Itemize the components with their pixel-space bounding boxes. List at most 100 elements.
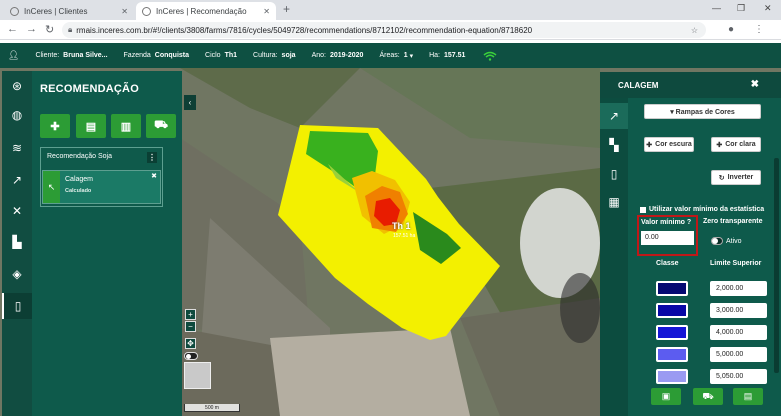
user-icon[interactable]: 👤︎	[8, 50, 19, 61]
class-limit-input[interactable]: 3,000.00	[710, 303, 767, 318]
class-color-swatch[interactable]	[656, 281, 688, 296]
close-panel-icon[interactable]: ✖	[751, 79, 759, 90]
globe-icon	[142, 6, 151, 16]
layers-icon: ◈	[12, 267, 22, 281]
sidebar-item-layers[interactable]: ◈	[2, 261, 32, 287]
sidebar-item-fields[interactable]: ≋	[2, 135, 32, 161]
add-button[interactable]: ✚	[40, 114, 70, 138]
min-value-input[interactable]: 0.00	[641, 231, 694, 245]
min-value-label: Valor mínimo ?	[641, 219, 692, 226]
new-tab-button[interactable]: +	[283, 2, 290, 16]
class-color-swatch[interactable]	[656, 325, 688, 340]
globe-icon: ◍	[11, 108, 23, 122]
sidebar-item-home[interactable]: ⊛	[2, 73, 32, 99]
report-button[interactable]: ▤	[76, 114, 106, 138]
limit-header: Limite Superior	[710, 260, 762, 267]
card-title: Recomendação Soja	[47, 153, 112, 160]
tab-chart[interactable]: ↗	[600, 103, 628, 129]
reload-icon[interactable]: ↻	[45, 23, 54, 36]
chevron-down-icon: ▾	[409, 52, 414, 60]
light-color-button[interactable]: ✚ Cor clara	[711, 137, 761, 152]
account-icon[interactable]: ●	[728, 24, 734, 35]
cultura-field[interactable]: Cultura: soja	[253, 52, 296, 59]
collapse-panel-button[interactable]: ‹	[184, 95, 196, 110]
use-min-stat-checkbox[interactable]: Utilizar valor mínimo da estatística	[640, 206, 764, 213]
class-limit-input[interactable]: 2,000.00	[710, 281, 767, 296]
file-icon: ▤	[85, 120, 97, 133]
calculator-icon: ▦	[608, 195, 620, 209]
scrollbar[interactable]	[774, 158, 779, 373]
toggle-switch	[711, 237, 723, 245]
move-icon: ✥	[187, 339, 194, 348]
sidebar-item-recommendation[interactable]: ▯	[2, 293, 32, 319]
maximize-button[interactable]: ❐	[737, 3, 745, 14]
invert-button[interactable]: ↻ Inverter	[711, 170, 761, 185]
class-color-swatch[interactable]	[656, 347, 688, 362]
pan-button[interactable]: ✥	[185, 338, 196, 349]
wifi-icon[interactable]	[483, 51, 497, 61]
library-button[interactable]: ▥	[111, 114, 141, 138]
tab-title: InCeres | Clientes	[24, 6, 88, 16]
truck-icon: ⛟	[154, 119, 168, 131]
lock-icon: 🔒︎	[68, 25, 73, 34]
minimize-button[interactable]: —	[712, 3, 721, 13]
help-icon[interactable]: ?	[687, 219, 691, 226]
zoom-in-button[interactable]: +	[185, 309, 196, 320]
document-icon: ▯	[14, 299, 22, 313]
more-menu-icon[interactable]: ⋮	[754, 24, 764, 35]
browser-tab-recomendacao[interactable]: InCeres | Recomendação ✕	[136, 2, 276, 20]
save-button[interactable]: ▤	[733, 388, 763, 405]
tractor-icon: ≋	[11, 141, 23, 155]
color-ramps-button[interactable]: ▾ Rampas de Cores	[644, 104, 761, 119]
ciclo-field[interactable]: Ciclo Th1	[205, 52, 237, 59]
back-icon[interactable]: ←	[7, 23, 18, 35]
truck-button[interactable]: ⛟	[146, 114, 176, 138]
ativo-toggle[interactable]: Ativo	[711, 237, 742, 245]
recommendation-item[interactable]: ↖ Calagem Calculado ✖	[42, 170, 161, 204]
zoom-out-button[interactable]: −	[185, 321, 196, 332]
close-window-button[interactable]: ✕	[764, 3, 772, 14]
panel-title: RECOMENDAÇÃO	[40, 83, 139, 95]
star-icon[interactable]: ☆	[691, 26, 698, 35]
layer-toggle[interactable]	[184, 352, 198, 360]
class-color-swatch[interactable]	[656, 369, 688, 384]
export-button[interactable]: ⛟	[693, 388, 723, 405]
sidebar-item-charts[interactable]: ↗	[2, 167, 32, 193]
dark-color-button[interactable]: ✚ Cor escura	[644, 137, 694, 152]
screen: InCeres | Clientes ✕ InCeres | Recomenda…	[0, 0, 781, 416]
class-limit-input[interactable]: 5,000.00	[710, 347, 767, 362]
app-top-bar: 👤︎ Cliente: Bruna Silve... Fazenda Conquis…	[0, 43, 781, 68]
class-color-swatch[interactable]	[656, 303, 688, 318]
tab-document[interactable]: ▯	[600, 161, 628, 187]
icon-sidebar: ⊛ ◍ ≋ ↗ ✕ ▙ ◈ ▯	[2, 71, 32, 416]
basemap-thumbnail[interactable]	[184, 362, 211, 389]
zero-transparent-label: Zero transparente	[703, 218, 763, 225]
tab-paint[interactable]: ▚	[600, 132, 628, 158]
areas-dropdown[interactable]: Áreas: 1 ▾	[379, 52, 413, 60]
tab-calculator[interactable]: ▦	[600, 189, 628, 215]
field-area-label: 157.51 ha	[393, 233, 416, 239]
close-tab-icon[interactable]: ✕	[115, 7, 134, 16]
sidebar-item-soil[interactable]: ◍	[2, 102, 32, 128]
panel-header: CALAGEM ✖	[600, 72, 781, 98]
close-icon[interactable]: ✖	[151, 172, 157, 180]
map-view-button[interactable]: ▣	[651, 388, 681, 405]
forward-icon[interactable]: →	[26, 23, 37, 35]
sidebar-item-machine[interactable]: ▙	[2, 229, 32, 255]
class-limit-input[interactable]: 5,050.00	[710, 369, 767, 384]
sidebar-item-tools[interactable]: ✕	[2, 198, 32, 224]
minus-icon: −	[188, 322, 193, 331]
truck-icon: ⛟	[702, 390, 714, 401]
close-tab-icon[interactable]: ✕	[257, 7, 276, 16]
fazenda-field[interactable]: Fazenda Conquista	[124, 52, 189, 59]
class-limit-input[interactable]: 4,000.00	[710, 325, 767, 340]
cliente-field[interactable]: Cliente: Bruna Silve...	[35, 52, 107, 59]
min-value-group: Valor mínimo ? 0.00	[637, 215, 698, 256]
edit-icon[interactable]: ↖	[43, 171, 60, 203]
card-menu-button[interactable]: ⋮	[147, 152, 157, 163]
calagem-panel: CALAGEM ✖ ↗ ▚ ▯ ▦ ▾ Rampas de Cores ✚ Cor…	[600, 72, 781, 416]
browser-tab-clientes[interactable]: InCeres | Clientes ✕	[4, 2, 134, 20]
url-field[interactable]: 🔒︎ rmais.inceres.com.br/#!/clients/3808/…	[62, 22, 706, 38]
chevron-left-icon: ‹	[188, 98, 192, 107]
ano-field[interactable]: Ano: 2019-2020	[312, 52, 364, 59]
